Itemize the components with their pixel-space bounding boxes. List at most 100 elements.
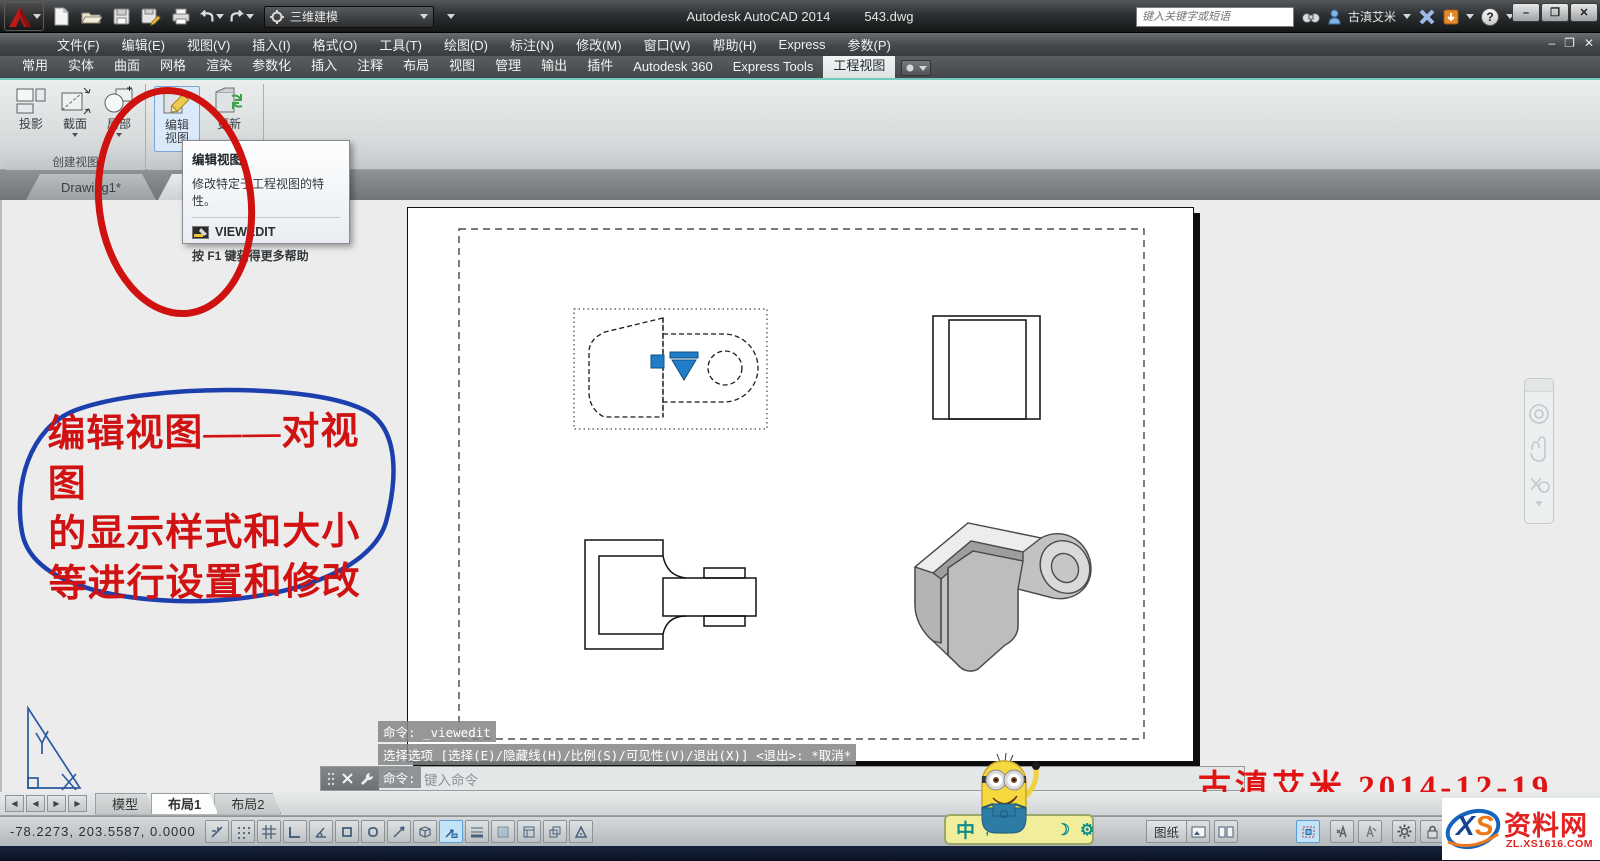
snap-mode-toggle[interactable] (231, 820, 255, 843)
section-dropdown-icon[interactable] (72, 133, 78, 137)
save-button[interactable] (108, 5, 134, 29)
doc-minimize-button[interactable]: – (1548, 36, 1555, 50)
dynamic-input-toggle[interactable] (439, 820, 463, 843)
menu-draw[interactable]: 绘图(D) (433, 35, 499, 54)
annotation-monitor-toggle[interactable] (569, 820, 593, 843)
transparency-toggle[interactable] (491, 820, 515, 843)
dynamic-ucs-toggle[interactable] (413, 820, 437, 843)
command-close-icon[interactable] (342, 773, 353, 784)
model-tab[interactable]: 模型 (95, 793, 155, 815)
signin-user[interactable]: 古滇艾米 (1348, 8, 1396, 25)
new-button[interactable] (48, 5, 74, 29)
selection-cycling-toggle[interactable] (543, 820, 567, 843)
object-tracking-toggle[interactable] (387, 820, 411, 843)
tab-autodesk360[interactable]: Autodesk 360 (623, 56, 723, 78)
doc-restore-button[interactable]: ❐ (1564, 36, 1575, 50)
command-bar-grip[interactable] (321, 767, 379, 790)
viewport-maximize-button[interactable] (1296, 820, 1320, 843)
last-layout-button[interactable]: ▶ (68, 795, 87, 812)
square-grip[interactable] (651, 355, 664, 368)
view-grips[interactable] (651, 352, 698, 380)
help-glyph: ? (1486, 10, 1493, 24)
next-layout-button[interactable]: ▶ (47, 795, 66, 812)
annotation-autoscale-button[interactable] (1358, 820, 1382, 843)
lock-ui-button[interactable] (1420, 820, 1444, 843)
help-button[interactable]: ? (1481, 8, 1499, 26)
menu-insert[interactable]: 插入(I) (241, 35, 301, 54)
front-view[interactable] (585, 540, 756, 649)
autocad-logo-button[interactable] (4, 2, 44, 31)
menu-tools[interactable]: 工具(T) (368, 35, 433, 54)
menu-dimension[interactable]: 标注(N) (499, 35, 565, 54)
paper-model-button[interactable]: 图纸 (1146, 820, 1187, 843)
ime-gear-icon[interactable]: ⚙ (1080, 820, 1094, 840)
plot-button[interactable] (168, 5, 194, 29)
navigation-bar[interactable] (1524, 378, 1554, 524)
undo-caret-icon[interactable] (216, 14, 224, 19)
quick-view-drawings-button[interactable] (1214, 820, 1238, 843)
redo-button[interactable] (228, 5, 254, 29)
exchange-apps-icon[interactable] (1418, 9, 1436, 25)
menu-edit[interactable]: 编辑(E) (111, 35, 176, 54)
prev-layout-button[interactable]: ◀ (26, 795, 45, 812)
a360-caret-icon[interactable] (1466, 14, 1474, 19)
undo-arrow-icon (198, 9, 216, 24)
user-caret-icon[interactable] (1403, 14, 1411, 19)
menu-express[interactable]: Express (768, 37, 837, 52)
quick-properties-toggle[interactable] (517, 820, 541, 843)
command-wrench-icon[interactable] (360, 772, 374, 785)
search-binoculars-icon[interactable] (1301, 9, 1321, 25)
annotation-visibility-button[interactable] (1330, 820, 1354, 843)
isometric-view[interactable] (915, 523, 1099, 671)
doc-close-button[interactable]: ✕ (1584, 36, 1594, 50)
autodesk360-icon[interactable] (1443, 9, 1459, 25)
redo-caret-icon[interactable] (246, 14, 254, 19)
ortho-mode-toggle[interactable] (283, 820, 307, 843)
menu-help[interactable]: 帮助(H) (702, 35, 768, 54)
quick-view-layouts-button[interactable] (1186, 820, 1210, 843)
menu-file[interactable]: 文件(F) (46, 35, 111, 54)
osnap-toggle[interactable] (335, 820, 359, 843)
osnap-3d-toggle[interactable] (361, 820, 385, 843)
close-button[interactable]: ✕ (1570, 3, 1598, 22)
layout1-tab[interactable]: 布局1 (151, 793, 218, 815)
lineweight-toggle[interactable] (465, 820, 489, 843)
search-input[interactable] (1136, 7, 1294, 27)
workspace-caret-icon (420, 14, 428, 19)
menu-parametric[interactable]: 参数(P) (837, 35, 902, 54)
workspace-label: 三维建模 (290, 8, 414, 25)
grid-display-toggle[interactable] (257, 820, 281, 843)
projection-view-button[interactable]: 投影 (10, 86, 52, 148)
minion-sticker (962, 752, 1048, 846)
xs-logo-x: X (1456, 810, 1475, 842)
workspace-switching-button[interactable] (1392, 820, 1416, 843)
menu-window[interactable]: 窗口(W) (633, 35, 702, 54)
open-button[interactable] (78, 5, 104, 29)
polar-tracking-toggle[interactable] (309, 820, 333, 843)
restore-button[interactable]: ❐ (1541, 3, 1569, 22)
ime-moon-icon[interactable]: ☽ (1056, 820, 1070, 840)
first-layout-button[interactable]: ◀ (5, 795, 24, 812)
red-circle-annotation (88, 82, 263, 322)
app-title: Autodesk AutoCAD 2014 (687, 9, 831, 24)
infer-constraints-toggle[interactable] (205, 820, 229, 843)
undo-button[interactable] (198, 5, 224, 29)
qat-more-button[interactable] (438, 5, 464, 29)
workspace-selector[interactable]: 三维建模 (264, 6, 434, 28)
save-as-button[interactable] (138, 5, 164, 29)
triangle-grip[interactable] (672, 360, 696, 380)
layout-paper[interactable] (407, 207, 1194, 762)
save-icon (113, 8, 130, 25)
menu-format[interactable]: 格式(O) (302, 35, 369, 54)
menu-view[interactable]: 视图(V) (176, 35, 241, 54)
coordinates-readout: -78.2273, 203.5587, 0.0000 (10, 824, 196, 839)
top-view-selected[interactable] (574, 309, 767, 429)
projection-label: 投影 (19, 118, 43, 131)
section-view-icon (58, 86, 92, 116)
menu-modify[interactable]: 修改(M) (565, 35, 633, 54)
layout2-tab[interactable]: 布局2 (214, 793, 281, 815)
side-view[interactable] (933, 316, 1040, 419)
minimize-button[interactable]: – (1512, 3, 1540, 22)
ribbon-minimize-button[interactable] (901, 60, 931, 76)
tab-express-tools[interactable]: Express Tools (723, 56, 824, 78)
